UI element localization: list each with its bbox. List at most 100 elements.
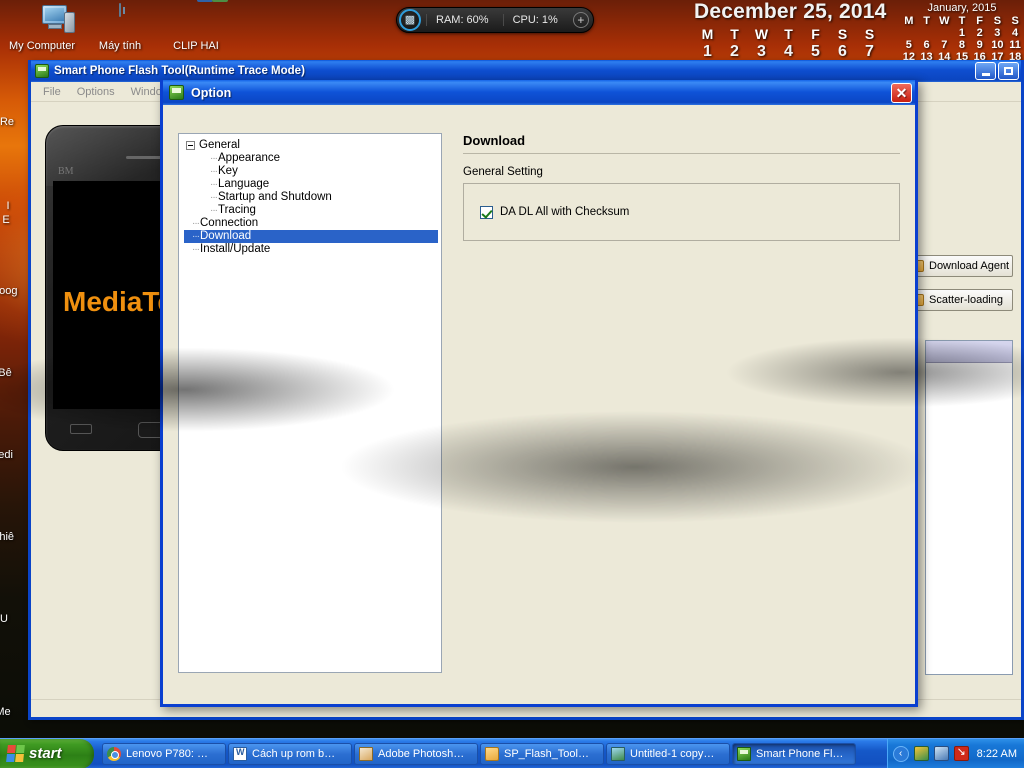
taskbar-item-cach-up-rom[interactable]: Cách up rom b… [228,742,352,765]
desktop: My Computer Máy tính CLIP HAI Re I E Goo… [0,0,1024,768]
desktop-icon-left-4[interactable]: Goog [0,285,30,297]
photoshop-icon [359,746,373,761]
tree-item-label: Install/Update [200,243,271,255]
start-label: start [29,745,62,762]
menu-file[interactable]: File [35,84,69,100]
users-icon [158,0,234,38]
day-cell [900,27,918,39]
desktop-icon-left-8[interactable]: U [0,613,26,625]
desktop-icon-label: CLIP HAI [173,40,219,52]
download-agent-button[interactable]: Download Agent [905,255,1013,277]
add-gadget-button[interactable]: + [572,12,589,28]
taskbar-item-lenovo-p780[interactable]: Lenovo P780: … [102,742,226,765]
tree-item-label: Connection [200,217,259,229]
month-weekday-header: M T W T F S S [900,15,1024,27]
tree-line-icon: ··· [210,179,218,190]
windows-logo-icon [6,745,25,762]
antivirus-icon[interactable] [953,745,969,761]
day-cell: 1 [958,27,966,39]
table-header-row [926,341,1012,363]
da-dl-all-with-checksum-checkbox[interactable]: DA DL All with Checksum [480,205,629,219]
tree-item-connection[interactable]: ··· Connection [184,217,441,230]
tree-item-general[interactable]: General [184,139,441,152]
tree-item-key[interactable]: ··· Key [184,165,441,178]
group-label: General Setting [463,166,543,178]
minimize-icon[interactable] [975,62,996,80]
desktop-icon-may-tinh[interactable]: Máy tính [82,3,158,52]
tree-item-label: Startup and Shutdown [218,191,332,203]
network-icon[interactable] [913,746,929,761]
option-dialog: Option ✕ General ··· Appearance ··· Key … [160,80,918,707]
day-cell [935,27,953,39]
collapse-icon[interactable] [186,141,195,150]
taskbar-item-label: Smart Phone Fl… [756,747,844,760]
phone-logo-text: BM [58,166,74,177]
computer-icon [4,4,80,38]
scatter-loading-label: Scatter-loading [929,294,1003,306]
weekday-initial: F [976,15,984,27]
weekday-initial: S [1011,15,1019,27]
app-titlebar[interactable]: Smart Phone Flash Tool(Runtime Trace Mod… [31,60,1021,82]
tree-item-label: Tracing [218,204,256,216]
taskbar-item-adobe-photoshop[interactable]: Adobe Photosh… [354,742,478,765]
tree-item-appearance[interactable]: ··· Appearance [184,152,441,165]
day-cell: 7 [941,39,948,51]
desktop-icon-my-computer[interactable]: My Computer [4,4,80,52]
desktop-icon-clip-hai[interactable]: CLIP HAI [158,0,234,52]
start-button[interactable]: start [0,738,94,768]
chevron-left-icon[interactable]: ‹ [892,745,909,762]
day-number: 1 [703,43,712,60]
tree-item-download[interactable]: ··· Download [184,230,438,243]
weekday-initial: T [730,26,739,42]
checkmark-icon[interactable] [480,205,493,219]
weekday-initial: M [904,15,914,27]
taskbar-item-label: SP_Flash_Tool… [504,747,589,760]
desktop-icon-left-7[interactable]: Phiê [0,531,28,543]
tree-item-label: Key [218,165,238,177]
taskbar-item-label: Adobe Photosh… [378,747,465,760]
partition-list-table[interactable] [925,340,1013,675]
performance-gadget[interactable]: ▩ RAM: 60% CPU: 1% + [396,7,594,33]
day-cell: 8 [958,39,966,51]
dialog-titlebar[interactable]: Option ✕ [163,80,915,105]
tree-item-tracing[interactable]: ··· Tracing [184,204,441,217]
desktop-icon-left-5[interactable]: Bê [0,367,28,379]
menu-options[interactable]: Options [69,84,123,100]
desktop-icon-left-3[interactable]: E [0,214,26,226]
month-grid: M T W T F S S 1 2 3 4 5 6 7 8 9 10 11 12… [900,15,1024,63]
taskbar-item-smart-phone-flash-tool[interactable]: Smart Phone Fl… [732,742,856,765]
desktop-icon-label: I [6,200,10,212]
scatter-loading-button[interactable]: Scatter-loading [905,289,1013,311]
tree-item-language[interactable]: ··· Language [184,178,441,191]
ram-usage-label: RAM: 60% [426,14,498,26]
maximize-icon[interactable] [998,62,1019,80]
cpu-usage-label: CPU: 1% [502,14,567,26]
calculator-icon [82,3,158,38]
taskbar-item-sp-flash-tool-folder[interactable]: SP_Flash_Tool… [480,742,604,765]
weekday-initial: W [754,26,769,42]
display-icon[interactable] [933,746,949,761]
weekday-initial: T [958,15,966,27]
weekday-initial: M [701,26,714,42]
desktop-icon-left-6[interactable]: Medi [0,449,28,461]
tree-item-startup-and-shutdown[interactable]: ··· Startup and Shutdown [184,191,441,204]
desktop-icon-left-1[interactable]: Re [0,116,30,128]
day-cell: 6 [923,39,930,51]
close-icon[interactable]: ✕ [891,82,912,103]
day-cell: 10 [991,39,1004,51]
clock-label[interactable]: 8:22 AM [977,748,1017,760]
desktop-icon-left-9[interactable]: Me [0,706,26,718]
taskbar-item-untitled-1-copy[interactable]: Untitled-1 copy… [606,742,730,765]
taskbar-item-label: Lenovo P780: … [126,747,208,760]
desktop-icon-label: Re [0,116,15,128]
desktop-icon-left-2[interactable]: I [0,200,28,212]
settings-tree[interactable]: General ··· Appearance ··· Key ··· Langu… [178,133,442,673]
tree-item-install-update[interactable]: ··· Install/Update [184,243,441,256]
settings-panel: Download General Setting DA DL All with … [463,133,900,241]
desktop-icon-label: Me [0,706,11,718]
app-window-title: Smart Phone Flash Tool(Runtime Trace Mod… [54,65,305,77]
panel-heading: Download [463,133,526,148]
desktop-icon-label: Goog [0,285,18,297]
app-icon [35,64,49,78]
system-tray: ‹ 8:22 AM [886,738,1024,768]
